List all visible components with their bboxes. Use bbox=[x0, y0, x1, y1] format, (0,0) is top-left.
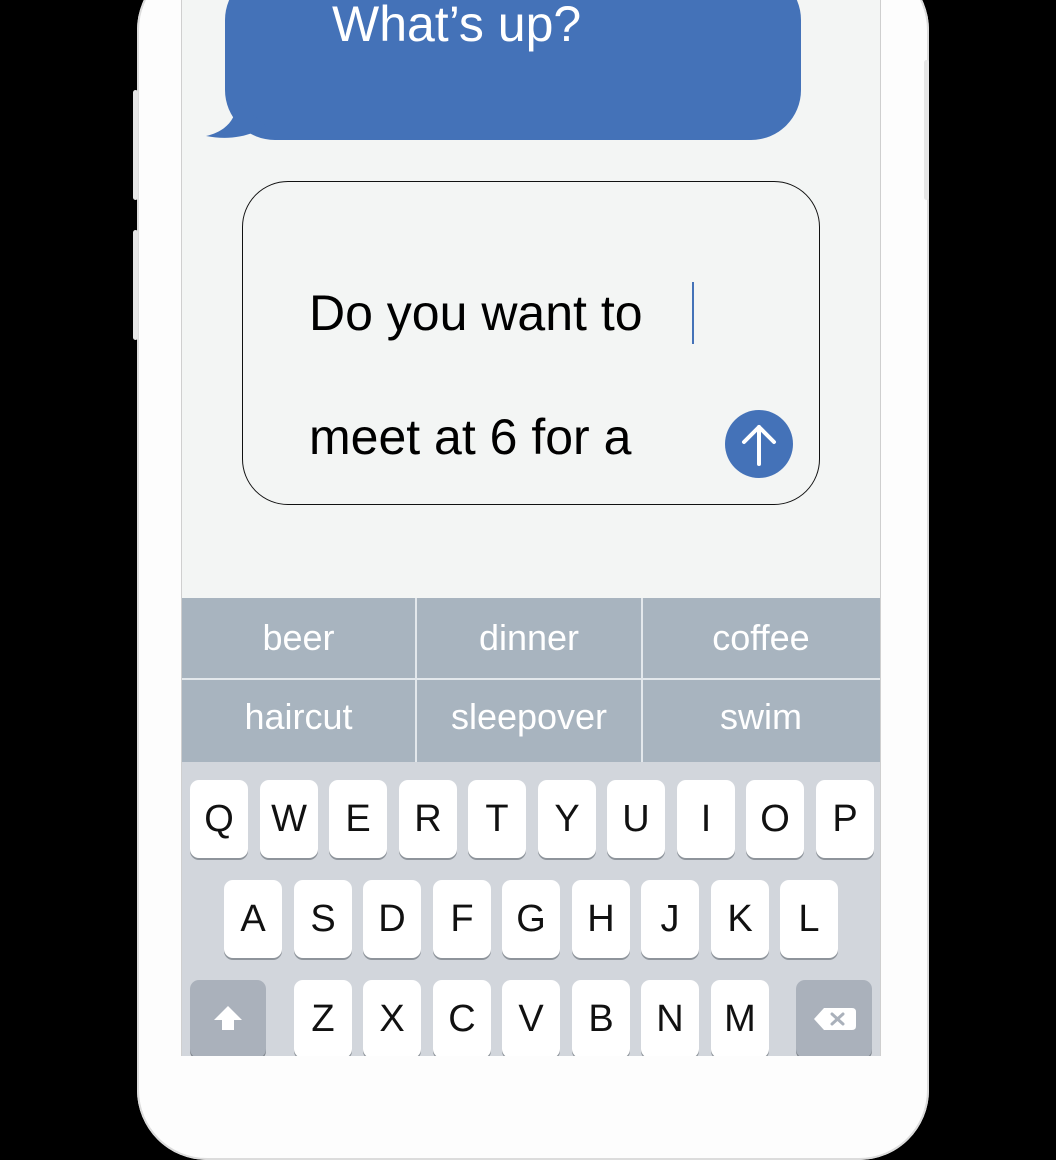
key-v[interactable]: V bbox=[502, 980, 560, 1056]
key-l[interactable]: L bbox=[780, 880, 838, 958]
text-cursor bbox=[692, 282, 694, 344]
received-message-text: What’s up? bbox=[332, 0, 582, 52]
key-a[interactable]: A bbox=[224, 880, 282, 958]
key-w[interactable]: W bbox=[260, 780, 318, 858]
volume-button bbox=[133, 90, 138, 200]
key-o[interactable]: O bbox=[746, 780, 804, 858]
suggestion-divider bbox=[415, 598, 417, 762]
messages-screen: What’s up? Do you want to meet at 6 for … bbox=[181, 0, 881, 1056]
word-suggestions-bar: beer dinner coffee haircut sleepover swi… bbox=[182, 598, 880, 762]
key-b[interactable]: B bbox=[572, 980, 630, 1056]
key-r[interactable]: R bbox=[399, 780, 457, 858]
key-p[interactable]: P bbox=[816, 780, 874, 858]
keyboard: Q W E R T Y U I O P A S D F G H J K L Z … bbox=[182, 762, 880, 1056]
key-z[interactable]: Z bbox=[294, 980, 352, 1056]
received-message-bubble: What’s up? bbox=[225, 0, 801, 140]
key-m[interactable]: M bbox=[711, 980, 769, 1056]
suggestion-dinner[interactable]: dinner bbox=[416, 598, 642, 678]
key-e[interactable]: E bbox=[329, 780, 387, 858]
key-h[interactable]: H bbox=[572, 880, 630, 958]
shift-icon bbox=[214, 1006, 242, 1030]
key-t[interactable]: T bbox=[468, 780, 526, 858]
send-button[interactable] bbox=[725, 410, 793, 478]
key-x[interactable]: X bbox=[363, 980, 421, 1056]
key-n[interactable]: N bbox=[641, 980, 699, 1056]
key-c[interactable]: C bbox=[433, 980, 491, 1056]
key-s[interactable]: S bbox=[294, 880, 352, 958]
key-j[interactable]: J bbox=[641, 880, 699, 958]
suggestion-haircut[interactable]: haircut bbox=[182, 677, 415, 757]
backspace-key[interactable] bbox=[796, 980, 872, 1056]
suggestion-coffee[interactable]: coffee bbox=[642, 598, 880, 678]
compose-text[interactable]: Do you want to meet at 6 for a bbox=[309, 220, 749, 530]
key-u[interactable]: U bbox=[607, 780, 665, 858]
suggestion-swim[interactable]: swim bbox=[642, 677, 880, 757]
bubble-tail bbox=[206, 100, 266, 138]
suggestion-beer[interactable]: beer bbox=[182, 598, 415, 678]
key-d[interactable]: D bbox=[363, 880, 421, 958]
key-k[interactable]: K bbox=[711, 880, 769, 958]
shift-key[interactable] bbox=[190, 980, 266, 1056]
power-button bbox=[924, 60, 929, 200]
key-y[interactable]: Y bbox=[538, 780, 596, 858]
backspace-icon bbox=[814, 1008, 856, 1030]
compose-line-1: Do you want to bbox=[309, 285, 643, 341]
message-compose-field[interactable]: Do you want to meet at 6 for a bbox=[242, 181, 820, 505]
arrow-up-icon bbox=[742, 425, 776, 466]
volume-button bbox=[133, 230, 138, 340]
suggestion-sleepover[interactable]: sleepover bbox=[416, 677, 642, 757]
suggestion-divider bbox=[182, 678, 880, 680]
key-i[interactable]: I bbox=[677, 780, 735, 858]
key-q[interactable]: Q bbox=[190, 780, 248, 858]
key-g[interactable]: G bbox=[502, 880, 560, 958]
key-f[interactable]: F bbox=[433, 880, 491, 958]
compose-line-2: meet at 6 for a bbox=[309, 409, 632, 465]
suggestion-divider bbox=[641, 598, 643, 762]
